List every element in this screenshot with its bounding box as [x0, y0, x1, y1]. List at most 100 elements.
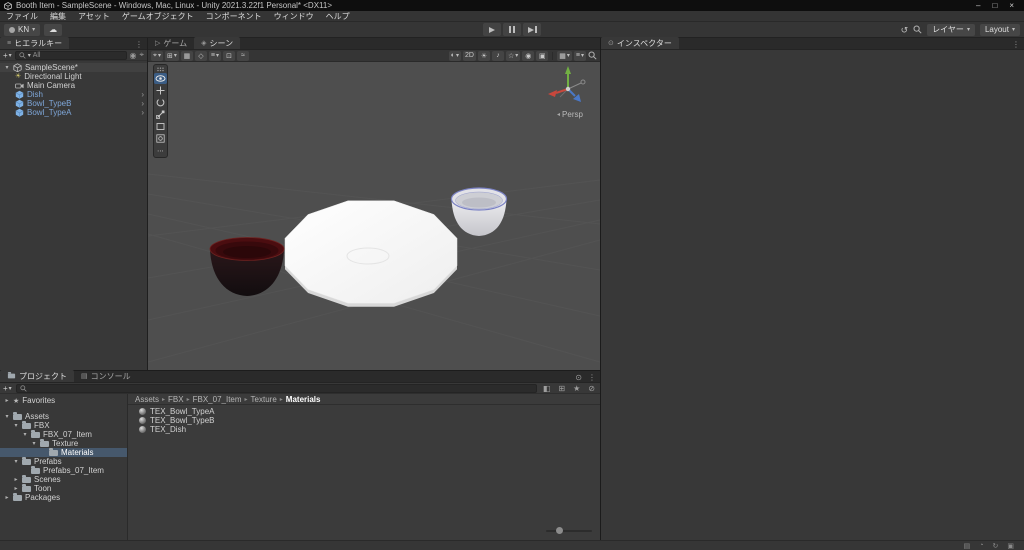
search-icon[interactable]: [913, 25, 922, 34]
grid-snapping-button[interactable]: ▦: [180, 50, 193, 61]
tree-item-fbx[interactable]: ▾ FBX: [0, 420, 127, 430]
scene-viewport[interactable]: ⋯ ◂ Persp: [148, 62, 600, 370]
hierarchy-item-directional-light[interactable]: ☀ Directional Light: [0, 72, 147, 81]
tab-inspector[interactable]: ⊙ インスペクター: [601, 37, 679, 49]
chevron-down-icon[interactable]: ▾: [31, 440, 37, 447]
camera-settings-button[interactable]: ▣: [536, 50, 549, 61]
view-tool-button[interactable]: [154, 73, 167, 84]
scale-tool-button[interactable]: [154, 109, 167, 120]
breadcrumb-assets[interactable]: Assets: [135, 395, 159, 404]
rect-tool-button[interactable]: [154, 121, 167, 132]
account-dropdown[interactable]: KN ▾: [4, 23, 41, 36]
tree-item-texture[interactable]: ▾ Texture: [0, 438, 127, 448]
hierarchy-item-main-camera[interactable]: Main Camera: [0, 81, 147, 90]
tree-item-toon[interactable]: ▸ Toon: [0, 483, 127, 493]
search-by-label-icon[interactable]: ⊞: [556, 384, 567, 393]
hierarchy-menu-icon[interactable]: ⋮: [135, 40, 143, 49]
breadcrumb-materials[interactable]: Materials: [286, 395, 321, 404]
overlay-drag-handle[interactable]: [154, 66, 167, 72]
cloud-services-button[interactable]: ☁: [44, 23, 63, 36]
tree-item-assets[interactable]: ▾ Assets: [0, 411, 127, 421]
maximize-button[interactable]: □: [992, 0, 997, 11]
undo-history-icon[interactable]: ↺: [901, 24, 909, 36]
breadcrumb-fbx[interactable]: FBX: [168, 395, 184, 404]
menu-file[interactable]: ファイル: [0, 11, 44, 22]
scene-visibility-icon[interactable]: ◉: [130, 51, 137, 60]
tree-item-scenes[interactable]: ▸ Scenes: [0, 474, 127, 484]
mode-2d-toggle[interactable]: 2D: [463, 50, 476, 61]
scene-3d-canvas[interactable]: [148, 62, 600, 370]
chevron-right-icon[interactable]: ▸: [13, 485, 19, 492]
tab-project[interactable]: プロジェクト: [0, 370, 74, 382]
effects-dropdown[interactable]: ☆ ▾: [505, 50, 521, 61]
rotate-tool-button[interactable]: [154, 97, 167, 108]
prefab-expand-icon[interactable]: ›: [141, 108, 147, 117]
minimize-button[interactable]: –: [976, 0, 980, 11]
menu-assets[interactable]: アセット: [72, 11, 116, 22]
chevron-down-icon[interactable]: ▾: [22, 431, 28, 438]
scene-audio-toggle[interactable]: ♪: [491, 50, 504, 61]
project-menu-icon[interactable]: ⋮: [588, 373, 596, 382]
hierarchy-item-bowl-typea[interactable]: Bowl_TypeA ›: [0, 108, 147, 117]
chevron-down-icon[interactable]: ▾: [4, 64, 10, 71]
hierarchy-item-bowl-typeb[interactable]: Bowl_TypeB ›: [0, 99, 147, 108]
fx-toggle-button[interactable]: ≈: [237, 50, 249, 61]
gizmos-dropdown[interactable]: ≡ ▾: [573, 50, 586, 61]
grid-visibility-dropdown[interactable]: ▦ ▾: [557, 50, 572, 61]
hierarchy-search-input[interactable]: ▾ All: [14, 50, 127, 60]
save-search-icon[interactable]: ★: [571, 384, 582, 393]
project-search-input[interactable]: [15, 383, 537, 393]
transform-tool-button[interactable]: [154, 133, 167, 144]
draw-mode-dropdown[interactable]: ◐ ▾: [448, 50, 461, 61]
gizmo-persp-label[interactable]: ◂ Persp: [544, 110, 596, 119]
step-button[interactable]: [523, 23, 541, 36]
menu-help[interactable]: ヘルプ: [320, 11, 356, 22]
tree-item-favorites[interactable]: ▸ ★ Favorites: [0, 396, 127, 405]
tree-item-fbx-07-item[interactable]: ▾ FBX_07_Item: [0, 429, 127, 439]
tree-item-prefabs[interactable]: ▾ Prefabs: [0, 456, 127, 466]
status-progress-icon[interactable]: ◔: [979, 542, 983, 549]
status-log-icon[interactable]: ▤: [964, 542, 971, 550]
move-tool-button[interactable]: [154, 85, 167, 96]
tree-item-prefabs-07-item[interactable]: Prefabs_07_Item: [0, 465, 127, 475]
close-button[interactable]: ×: [1009, 0, 1014, 11]
ortho-toggle-button[interactable]: ⊡: [223, 50, 235, 61]
chevron-down-icon[interactable]: ▾: [13, 458, 19, 465]
dish-plate-3d[interactable]: [284, 200, 458, 307]
layers-dropdown[interactable]: レイヤー ▾: [927, 23, 975, 36]
scene-lighting-toggle[interactable]: ☀: [477, 50, 490, 61]
pause-button[interactable]: [503, 23, 521, 36]
status-refresh-icon[interactable]: ↻: [993, 542, 999, 550]
hierarchy-item-dish[interactable]: Dish ›: [0, 90, 147, 99]
menu-component[interactable]: コンポーネント: [200, 11, 268, 22]
chevron-right-icon[interactable]: ▸: [13, 476, 19, 483]
menu-window[interactable]: ウィンドウ: [268, 11, 320, 22]
asset-tex-dish[interactable]: TEX_Dish: [128, 425, 600, 434]
project-lock-icon[interactable]: ⊙: [575, 373, 582, 382]
hidden-packages-icon[interactable]: ⊘: [586, 384, 597, 393]
menu-gameobject[interactable]: ゲームオブジェクト: [116, 11, 200, 22]
scene-picking-icon[interactable]: ⌖: [139, 50, 144, 60]
tab-hierarchy[interactable]: ≡ ヒエラルキー: [0, 37, 70, 49]
chevron-down-icon[interactable]: ▾: [4, 413, 10, 420]
search-by-type-icon[interactable]: ◧: [541, 384, 553, 393]
chevron-right-icon[interactable]: ▸: [4, 494, 10, 501]
menu-edit[interactable]: 編集: [44, 11, 72, 22]
tree-item-materials[interactable]: Materials: [0, 447, 127, 457]
chevron-down-icon[interactable]: ▾: [13, 422, 19, 429]
create-object-button[interactable]: + ▾: [3, 51, 12, 60]
tab-scene[interactable]: ◈ シーン: [194, 37, 241, 49]
play-button[interactable]: [483, 23, 501, 36]
layout-dropdown[interactable]: Layout ▾: [979, 23, 1020, 36]
inspector-menu-icon[interactable]: ⋮: [1012, 40, 1020, 49]
chevron-right-icon[interactable]: ▸: [4, 397, 10, 404]
breadcrumb-texture[interactable]: Texture: [251, 395, 277, 404]
prefab-expand-icon[interactable]: ›: [141, 90, 147, 99]
tree-item-packages[interactable]: ▸ Packages: [0, 492, 127, 502]
status-cache-icon[interactable]: ▣: [1007, 542, 1014, 550]
view-options-dropdown[interactable]: ≡ ▾: [208, 50, 221, 61]
asset-tex-bowl-typea[interactable]: TEX_Bowl_TypeA: [128, 407, 600, 416]
create-asset-button[interactable]: + ▾: [3, 384, 12, 393]
hidden-objects-toggle[interactable]: ◉: [522, 50, 535, 61]
slider-knob[interactable]: [556, 527, 563, 534]
